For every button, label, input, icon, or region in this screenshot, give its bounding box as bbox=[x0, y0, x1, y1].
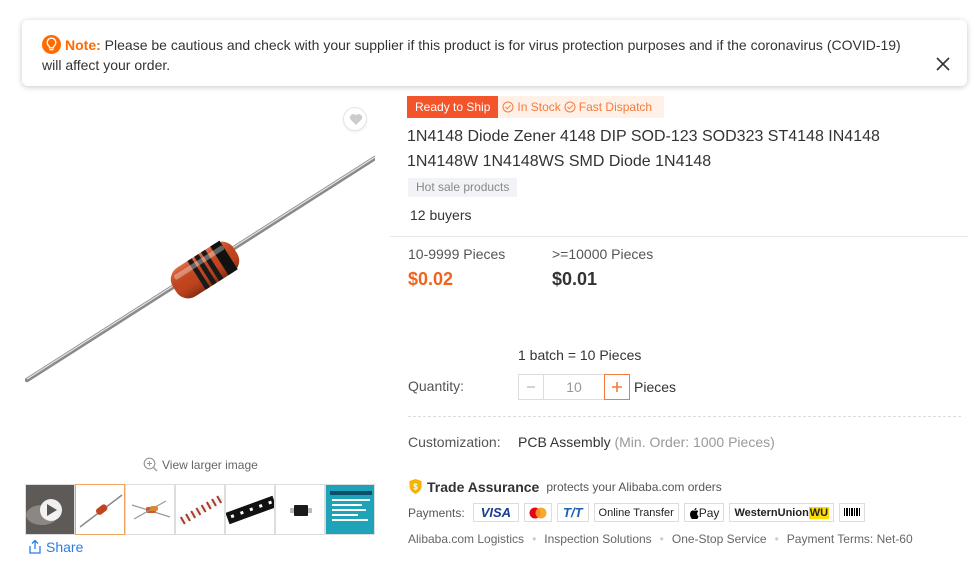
apple-pay-logo: Pay bbox=[683, 503, 725, 522]
main-product-image[interactable] bbox=[24, 100, 378, 450]
thumbnail-smd-chip[interactable] bbox=[275, 484, 325, 535]
check-circle-icon bbox=[502, 101, 514, 113]
thumbnail-smd-tape[interactable] bbox=[225, 484, 275, 535]
dashed-divider bbox=[408, 416, 961, 417]
separator-dot: • bbox=[659, 532, 664, 546]
fast-dispatch-label: Fast Dispatch bbox=[578, 100, 653, 114]
quantity-label: Quantity: bbox=[408, 378, 465, 394]
apple-icon bbox=[689, 507, 699, 519]
batch-info: 1 batch = 10 Pieces bbox=[518, 347, 642, 363]
thumbnail-tape-reel[interactable] bbox=[175, 484, 225, 535]
visa-logo: VISA bbox=[472, 503, 520, 522]
quantity-input[interactable] bbox=[544, 374, 604, 400]
services-row: Alibaba.com Logistics • Inspection Solut… bbox=[408, 532, 913, 546]
zoom-in-icon bbox=[143, 457, 158, 472]
customization-value: PCB Assembly (Min. Order: 1000 Pieces) bbox=[518, 434, 775, 450]
decrement-button[interactable] bbox=[518, 374, 544, 400]
service-inspection[interactable]: Inspection Solutions bbox=[544, 532, 651, 546]
shipping-badges: Ready to Ship In Stock Fast Dispatch bbox=[407, 96, 665, 118]
separator-dot: • bbox=[774, 532, 779, 546]
tier-range: >=10000 Pieces bbox=[552, 246, 654, 262]
thumbnail-diode-components[interactable] bbox=[125, 484, 175, 535]
separator-dot: • bbox=[532, 532, 537, 546]
view-larger-image-link[interactable]: View larger image bbox=[143, 457, 258, 472]
western-union-logo: WesternUnion WU bbox=[729, 503, 835, 522]
tier-range: 10-9999 Pieces bbox=[408, 246, 506, 262]
share-button[interactable]: Share bbox=[27, 539, 83, 555]
trade-assurance-shield-icon: $ bbox=[409, 479, 422, 494]
note-message: Please be cautious and check with your s… bbox=[42, 37, 901, 73]
online-transfer-logo: Online Transfer bbox=[593, 503, 679, 522]
service-payment-terms[interactable]: Payment Terms: Net-60 bbox=[787, 532, 913, 546]
trade-assurance[interactable]: $ Trade Assurance protects your Alibaba.… bbox=[408, 478, 722, 495]
in-stock-label: In Stock bbox=[517, 100, 561, 114]
ready-to-ship-badge: Ready to Ship bbox=[407, 96, 499, 118]
service-one-stop[interactable]: One-Stop Service bbox=[672, 532, 767, 546]
share-label: Share bbox=[46, 539, 84, 555]
thumbnail-diode-axial[interactable] bbox=[75, 484, 125, 535]
customization-min-order: (Min. Order: 1000 Pieces) bbox=[614, 434, 775, 450]
mastercard-icon bbox=[524, 503, 553, 522]
heart-icon bbox=[349, 114, 363, 125]
increment-button[interactable] bbox=[604, 374, 630, 400]
boleto-logo bbox=[839, 503, 866, 522]
price-tier-2: >=10000 Pieces $0.01 bbox=[552, 246, 653, 289]
note-text-block: Note: Please be cautious and check with … bbox=[42, 35, 922, 75]
thumbnail-video[interactable] bbox=[25, 484, 75, 535]
minus-icon bbox=[527, 386, 535, 388]
western-union-label: WesternUnion bbox=[734, 506, 809, 519]
svg-text:$: $ bbox=[413, 483, 418, 492]
buyers-count: 12 buyers bbox=[410, 207, 472, 223]
covid-note-banner: Note: Please be cautious and check with … bbox=[22, 20, 967, 86]
thumbnail-strip bbox=[25, 484, 375, 535]
product-title: 1N4148 Diode Zener 4148 DIP SOD-123 SOD3… bbox=[407, 128, 880, 170]
thumbnail-product-info[interactable] bbox=[325, 484, 375, 535]
quantity-unit: Pieces bbox=[634, 379, 677, 395]
stock-badge: In Stock Fast Dispatch bbox=[498, 96, 665, 118]
payments-label: Payments: bbox=[408, 505, 465, 520]
tt-logo: T/T bbox=[557, 503, 589, 522]
barcode-icon bbox=[844, 507, 861, 516]
lightbulb-icon bbox=[42, 35, 61, 54]
apple-pay-label: Pay bbox=[698, 505, 720, 520]
trade-assurance-desc: protects your Alibaba.com orders bbox=[546, 479, 722, 494]
quantity-stepper bbox=[518, 374, 630, 400]
plus-icon bbox=[612, 382, 622, 392]
favorite-heart-button[interactable] bbox=[343, 107, 367, 131]
view-larger-label: View larger image bbox=[162, 457, 258, 472]
share-icon bbox=[29, 539, 41, 554]
note-label: Note: bbox=[65, 37, 101, 53]
service-logistics[interactable]: Alibaba.com Logistics bbox=[408, 532, 524, 546]
close-icon[interactable] bbox=[935, 56, 951, 72]
tier-price: $0.01 bbox=[552, 269, 598, 289]
tier-price: $0.02 bbox=[408, 269, 454, 289]
wu-label: WU bbox=[808, 506, 830, 519]
hot-sale-tag[interactable]: Hot sale products bbox=[408, 178, 518, 197]
trade-assurance-name: Trade Assurance bbox=[427, 478, 540, 495]
divider bbox=[390, 236, 968, 237]
customization-label: Customization: bbox=[408, 434, 501, 450]
customization-option: PCB Assembly bbox=[518, 434, 611, 450]
price-tier-1: 10-9999 Pieces $0.02 bbox=[408, 246, 505, 289]
check-circle-icon bbox=[564, 101, 576, 113]
payment-methods: Payments: VISA T/T Online Transfer Pay W… bbox=[408, 503, 866, 522]
